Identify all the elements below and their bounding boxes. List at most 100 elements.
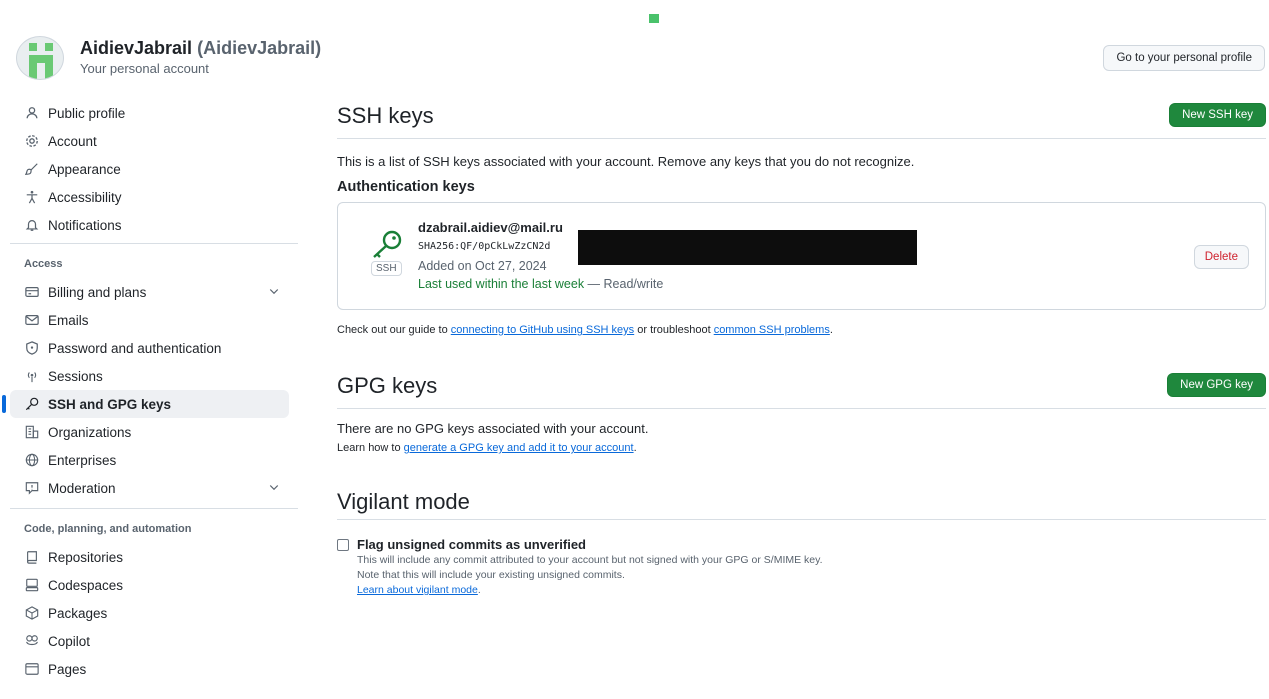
authentication-keys-heading: Authentication keys (337, 179, 475, 195)
repo-icon (24, 549, 40, 565)
sidebar-item-label: Repositories (48, 549, 124, 565)
sidebar-item-label: Moderation (48, 480, 116, 496)
sidebar-item-label: Copilot (48, 633, 91, 649)
gpg-section-title: GPG keys (337, 373, 438, 398)
sidebar-item-label: Emails (48, 312, 89, 328)
ssh-guide-link[interactable]: connecting to GitHub using SSH keys (451, 324, 634, 336)
sidebar-item-label: Pages (48, 661, 87, 677)
main-content: SSH keys New SSH key This is a list of S… (337, 99, 1266, 607)
accessibility-icon (24, 189, 40, 205)
sidebar-item-label: Appearance (48, 161, 121, 177)
ssh-guide-middle: or troubleshoot (634, 324, 714, 336)
vigilant-learn-suffix: . (477, 584, 481, 596)
sidebar-item-label: Accessibility (48, 189, 122, 205)
sidebar-item-label: Sessions (48, 368, 103, 384)
sidebar-item-codespaces[interactable]: Codespaces (10, 571, 300, 599)
person-icon (24, 105, 40, 121)
account-login: (AidievJabrail) (197, 38, 322, 58)
sidebar-item-copilot[interactable]: Copilot (10, 627, 300, 655)
vigilant-section-header: Vigilant mode (337, 485, 1266, 520)
sidebar-item-billing[interactable]: Billing and plans (10, 278, 300, 306)
credit-card-icon (24, 284, 40, 300)
sidebar-item-moderation[interactable]: Moderation (10, 474, 300, 502)
gpg-section-header: GPG keys New GPG key (337, 369, 1266, 409)
sidebar-item-repositories[interactable]: Repositories (10, 543, 300, 571)
sidebar-item-packages[interactable]: Packages (10, 599, 300, 627)
account-header: AidievJabrail (AidievJabrail) Your perso… (16, 36, 1266, 80)
gpg-empty-text: There are no GPG keys associated with yo… (337, 421, 649, 436)
sidebar-item-password[interactable]: Password and authentication (10, 334, 300, 362)
ssh-guide-text: Check out our guide to connecting to Git… (337, 324, 1266, 336)
sidebar-item-public-profile[interactable]: Public profile (10, 99, 300, 127)
sidebar-item-notifications[interactable]: Notifications (10, 211, 300, 239)
sidebar-item-ssh-gpg-keys[interactable]: SSH and GPG keys (2, 390, 289, 418)
sidebar-divider (10, 243, 298, 244)
vigilant-note-2: Note that this will include your existin… (357, 569, 625, 581)
sidebar-item-appearance[interactable]: Appearance (10, 155, 300, 183)
account-subtitle: Your personal account (80, 61, 209, 76)
vigilant-mode-label[interactable]: Flag unsigned commits as unverified (357, 537, 586, 552)
gpg-learn-link[interactable]: generate a GPG key and add it to your ac… (404, 442, 634, 454)
gear-icon (24, 133, 40, 149)
sidebar-item-label: Notifications (48, 217, 122, 233)
organization-icon (24, 424, 40, 440)
ssh-key-item: SSH dzabrail.aidiev@mail.ru SHA256:QF/0p… (337, 202, 1266, 310)
sidebar-item-organizations[interactable]: Organizations (10, 418, 300, 446)
sidebar-item-accessibility[interactable]: Accessibility (10, 183, 300, 211)
sidebar-item-label: Packages (48, 605, 108, 621)
sidebar-item-sessions[interactable]: Sessions (10, 362, 300, 390)
gpg-learn-text: Learn how to generate a GPG key and add … (337, 442, 1266, 454)
account-username: AidievJabrail (80, 38, 193, 58)
report-icon (24, 480, 40, 496)
ssh-key-last-used-text: Last used within the last week (418, 277, 585, 291)
sidebar-divider (10, 508, 298, 509)
sidebar-item-label: Billing and plans (48, 284, 147, 300)
sidebar-item-pages[interactable]: Pages (10, 655, 300, 683)
gpg-learn-suffix: . (633, 442, 637, 454)
avatar[interactable] (16, 36, 64, 80)
sidebar-item-label: Password and authentication (48, 340, 222, 356)
vigilant-mode-checkbox[interactable] (337, 539, 349, 551)
ssh-key-title: dzabrail.aidiev@mail.ru (418, 220, 563, 235)
chevron-down-icon[interactable] (268, 285, 280, 300)
sidebar-item-emails[interactable]: Emails (10, 306, 300, 334)
ssh-intro-text: This is a list of SSH keys associated wi… (337, 154, 915, 169)
key-icon (368, 229, 404, 262)
package-icon (24, 605, 40, 621)
paintbrush-icon (24, 161, 40, 177)
sidebar-item-enterprises[interactable]: Enterprises (10, 446, 300, 474)
key-icon (24, 396, 40, 412)
broadcast-icon (24, 368, 40, 384)
ssh-key-last-used: Last used within the last week — Read/wr… (418, 277, 663, 291)
sidebar-item-label: SSH and GPG keys (48, 396, 172, 412)
ssh-guide-suffix: . (829, 324, 833, 336)
new-ssh-key-button[interactable]: New SSH key (1169, 103, 1266, 127)
settings-sidebar: Public profile Account Appearance Access… (2, 99, 300, 683)
sidebar-item-account[interactable]: Account (10, 127, 300, 155)
vigilant-note-1: This will include any commit attributed … (357, 554, 823, 566)
ssh-troubleshoot-link[interactable]: common SSH problems (714, 324, 830, 336)
ssh-section-title: SSH keys (337, 103, 434, 128)
sidebar-item-label: Enterprises (48, 452, 117, 468)
ssh-key-fingerprint: SHA256:QF/0pCkLwZzCN2d (418, 241, 551, 252)
sidebar-item-label: Codespaces (48, 577, 124, 593)
vigilant-learn-link[interactable]: Learn about vigilant mode (357, 584, 478, 596)
vigilant-learn: Learn about vigilant mode. (357, 584, 481, 596)
ssh-section-header: SSH keys New SSH key (337, 99, 1266, 139)
delete-ssh-key-button[interactable]: Delete (1193, 245, 1249, 269)
new-gpg-key-button[interactable]: New GPG key (1167, 373, 1266, 397)
go-to-profile-button[interactable]: Go to your personal profile (1103, 45, 1265, 71)
bell-icon (24, 217, 40, 233)
shield-lock-icon (24, 340, 40, 356)
chevron-down-icon[interactable] (268, 481, 280, 496)
vigilant-section-title: Vigilant mode (337, 489, 470, 514)
sidebar-item-label: Account (48, 133, 97, 149)
key-type-label: SSH (371, 261, 402, 276)
account-name: AidievJabrail (AidievJabrail) (80, 38, 321, 59)
ssh-key-access: — Read/write (584, 277, 664, 291)
sidebar-item-label: Public profile (48, 105, 126, 121)
browser-icon (24, 661, 40, 677)
redaction-box (578, 230, 917, 265)
sidebar-group-code: Code, planning, and automation (24, 523, 192, 535)
ssh-guide-prefix: Check out our guide to (337, 324, 451, 336)
